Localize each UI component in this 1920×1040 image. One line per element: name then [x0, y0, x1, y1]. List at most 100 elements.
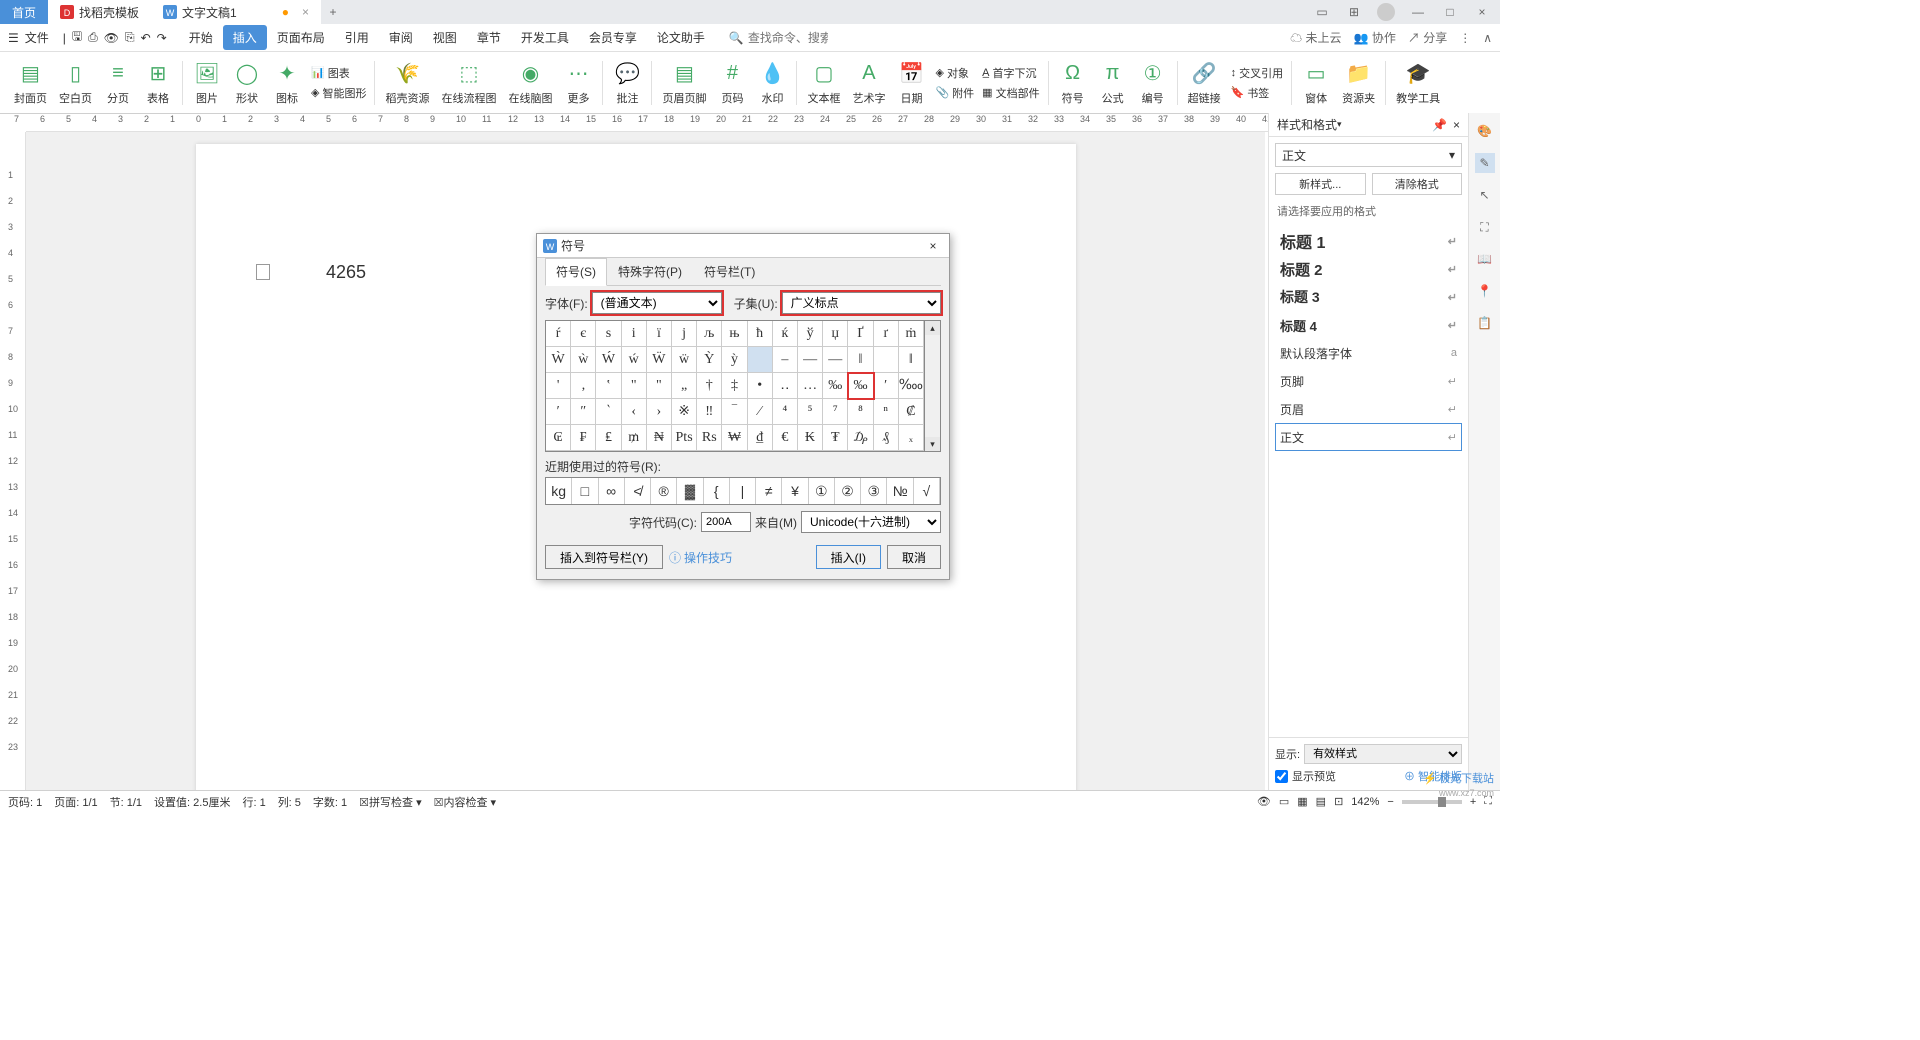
share-button[interactable]: ↗ 分享	[1408, 29, 1447, 46]
view-web-icon[interactable]: ▦	[1297, 795, 1307, 808]
menu-tab-review[interactable]: 审阅	[379, 25, 423, 50]
recent-cell[interactable]: ®	[651, 478, 677, 504]
ribbon-object[interactable]: ◈ 对象	[931, 64, 978, 82]
recent-cell[interactable]: □	[572, 478, 598, 504]
char-cell[interactable]: Ẁ	[546, 347, 571, 373]
char-cell[interactable]: €	[773, 425, 798, 451]
sidebar-dictionary-icon[interactable]: 📖	[1475, 249, 1495, 269]
tab-document[interactable]: W 文字文稿1 ● ×	[151, 0, 321, 24]
char-cell[interactable]: ј	[672, 321, 697, 347]
ribbon-attachment[interactable]: 📎 附件	[931, 84, 978, 102]
char-cell[interactable]: ₭	[798, 425, 823, 451]
ribbon-docparts[interactable]: ▦ 文档部件	[978, 84, 1043, 102]
char-cell[interactable]: †	[697, 373, 722, 399]
ribbon-picture[interactable]: 🖼图片	[187, 58, 227, 108]
ribbon-table[interactable]: ⊞表格	[138, 58, 178, 108]
ribbon-crossref[interactable]: ↕ 交叉引用	[1227, 64, 1288, 82]
char-cell[interactable]: ‱	[899, 373, 924, 399]
char-cell[interactable]: ₮	[823, 425, 848, 451]
char-cell[interactable]: ₤	[596, 425, 621, 451]
style-heading4[interactable]: 标题 4↵	[1275, 311, 1462, 339]
char-cell[interactable]: ї	[647, 321, 672, 347]
recent-cell[interactable]: {	[704, 478, 730, 504]
save-icon[interactable]: 🖫	[72, 27, 82, 48]
document-text[interactable]: 4265	[326, 262, 366, 282]
ribbon-bookmark[interactable]: 🔖 书签	[1227, 84, 1288, 102]
char-cell[interactable]: „	[672, 373, 697, 399]
status-words[interactable]: 字数: 1	[313, 794, 347, 810]
clear-format-button[interactable]: 清除格式	[1372, 173, 1463, 195]
dialog-tab-bar[interactable]: 符号栏(T)	[693, 258, 766, 285]
sidebar-clipboard-icon[interactable]: 📋	[1475, 313, 1495, 333]
char-cell[interactable]: ′	[874, 373, 899, 399]
insert-to-bar-button[interactable]: 插入到符号栏(Y)	[545, 545, 663, 569]
style-heading3[interactable]: 标题 3↵	[1275, 283, 1462, 311]
char-cell[interactable]: ‖	[899, 347, 924, 373]
char-cell[interactable]: ‾	[722, 399, 747, 425]
char-cell[interactable]: ₫	[748, 425, 773, 451]
print-icon[interactable]: ⎙	[88, 30, 98, 45]
cloud-status[interactable]: ☁ 未上云	[1290, 29, 1341, 46]
sidebar-styles-icon[interactable]: ✎	[1475, 153, 1495, 173]
cancel-button[interactable]: 取消	[887, 545, 941, 569]
ribbon-teaching[interactable]: 🎓教学工具	[1390, 58, 1446, 108]
style-default-font[interactable]: 默认段落字体a	[1275, 339, 1462, 367]
ribbon-symbol[interactable]: Ω符号	[1053, 58, 1093, 108]
char-cell[interactable]: ₯	[848, 425, 873, 451]
style-heading1[interactable]: 标题 1↵	[1275, 227, 1462, 255]
menu-tab-paper[interactable]: 论文助手	[647, 25, 715, 50]
menu-tab-references[interactable]: 引用	[335, 25, 379, 50]
char-cell[interactable]: ※	[672, 399, 697, 425]
ribbon-pagebreak[interactable]: ≡分页	[98, 58, 138, 108]
status-line[interactable]: 行: 1	[242, 794, 265, 810]
char-cell[interactable]: ›	[647, 399, 672, 425]
menu-tab-layout[interactable]: 页面布局	[267, 25, 335, 50]
sidebar-location-icon[interactable]: 📍	[1475, 281, 1495, 301]
char-cell[interactable]: '	[546, 373, 571, 399]
char-cell[interactable]: љ	[697, 321, 722, 347]
new-style-button[interactable]: 新样式...	[1275, 173, 1366, 195]
char-cell[interactable]: ₣	[571, 425, 596, 451]
status-section[interactable]: 节: 1/1	[110, 794, 142, 810]
char-cell[interactable]: ґ	[874, 321, 899, 347]
ribbon-blank[interactable]: ▯空白页	[53, 58, 98, 108]
char-cell[interactable]: ₓ	[899, 425, 924, 451]
status-pages[interactable]: 页面: 1/1	[54, 794, 97, 810]
ribbon-form[interactable]: ▭窗体	[1296, 58, 1336, 108]
ribbon-mindmap[interactable]: ◉在线脑图	[502, 58, 558, 108]
char-cell[interactable]: ‰	[848, 373, 873, 399]
char-cell[interactable]: ẃ	[622, 347, 647, 373]
font-select[interactable]: (普通文本)	[592, 292, 722, 314]
char-cell[interactable]: •	[748, 373, 773, 399]
char-cell[interactable]: Ỳ	[697, 347, 722, 373]
char-cell[interactable]: ₰	[874, 425, 899, 451]
redo-icon[interactable]: ↷	[157, 31, 167, 45]
tab-templates[interactable]: D 找稻壳模板	[48, 0, 151, 24]
add-tab-button[interactable]: +	[321, 5, 345, 19]
dialog-close-button[interactable]: ×	[923, 239, 943, 253]
zoom-value[interactable]: 142%	[1351, 796, 1379, 808]
sidebar-select-icon[interactable]: ↖	[1475, 185, 1495, 205]
char-cell[interactable]: ‛	[596, 373, 621, 399]
tips-link[interactable]: ⓘ 操作技巧	[669, 549, 732, 566]
avatar-icon[interactable]	[1374, 2, 1398, 22]
ribbon-more[interactable]: ⋯更多	[558, 58, 598, 108]
char-cell[interactable]: ќ	[773, 321, 798, 347]
status-spell[interactable]: ☒拼写检查 ▾	[359, 794, 421, 810]
preview-checkbox[interactable]	[1275, 770, 1288, 783]
search-box[interactable]: 🔍	[729, 31, 828, 45]
undo-icon[interactable]: ↶	[141, 31, 151, 45]
ribbon-textbox[interactable]: ▢文本框	[801, 58, 846, 108]
char-cell[interactable]: ỳ	[722, 347, 747, 373]
char-cell[interactable]	[874, 347, 899, 373]
ribbon-resource[interactable]: 🌾稻壳资源	[379, 58, 435, 108]
char-cell[interactable]: Pts	[672, 425, 697, 451]
char-cell[interactable]: s	[596, 321, 621, 347]
close-tab-icon[interactable]: ×	[302, 5, 309, 19]
status-content[interactable]: ☒内容检查 ▾	[434, 794, 496, 810]
dialog-tab-special[interactable]: 特殊字符(P)	[607, 258, 693, 285]
menu-tab-dev[interactable]: 开发工具	[511, 25, 579, 50]
grid-scrollbar[interactable]: ▴ ▾	[925, 320, 941, 452]
char-cell[interactable]: Rs	[697, 425, 722, 451]
char-cell[interactable]: ₢	[546, 425, 571, 451]
